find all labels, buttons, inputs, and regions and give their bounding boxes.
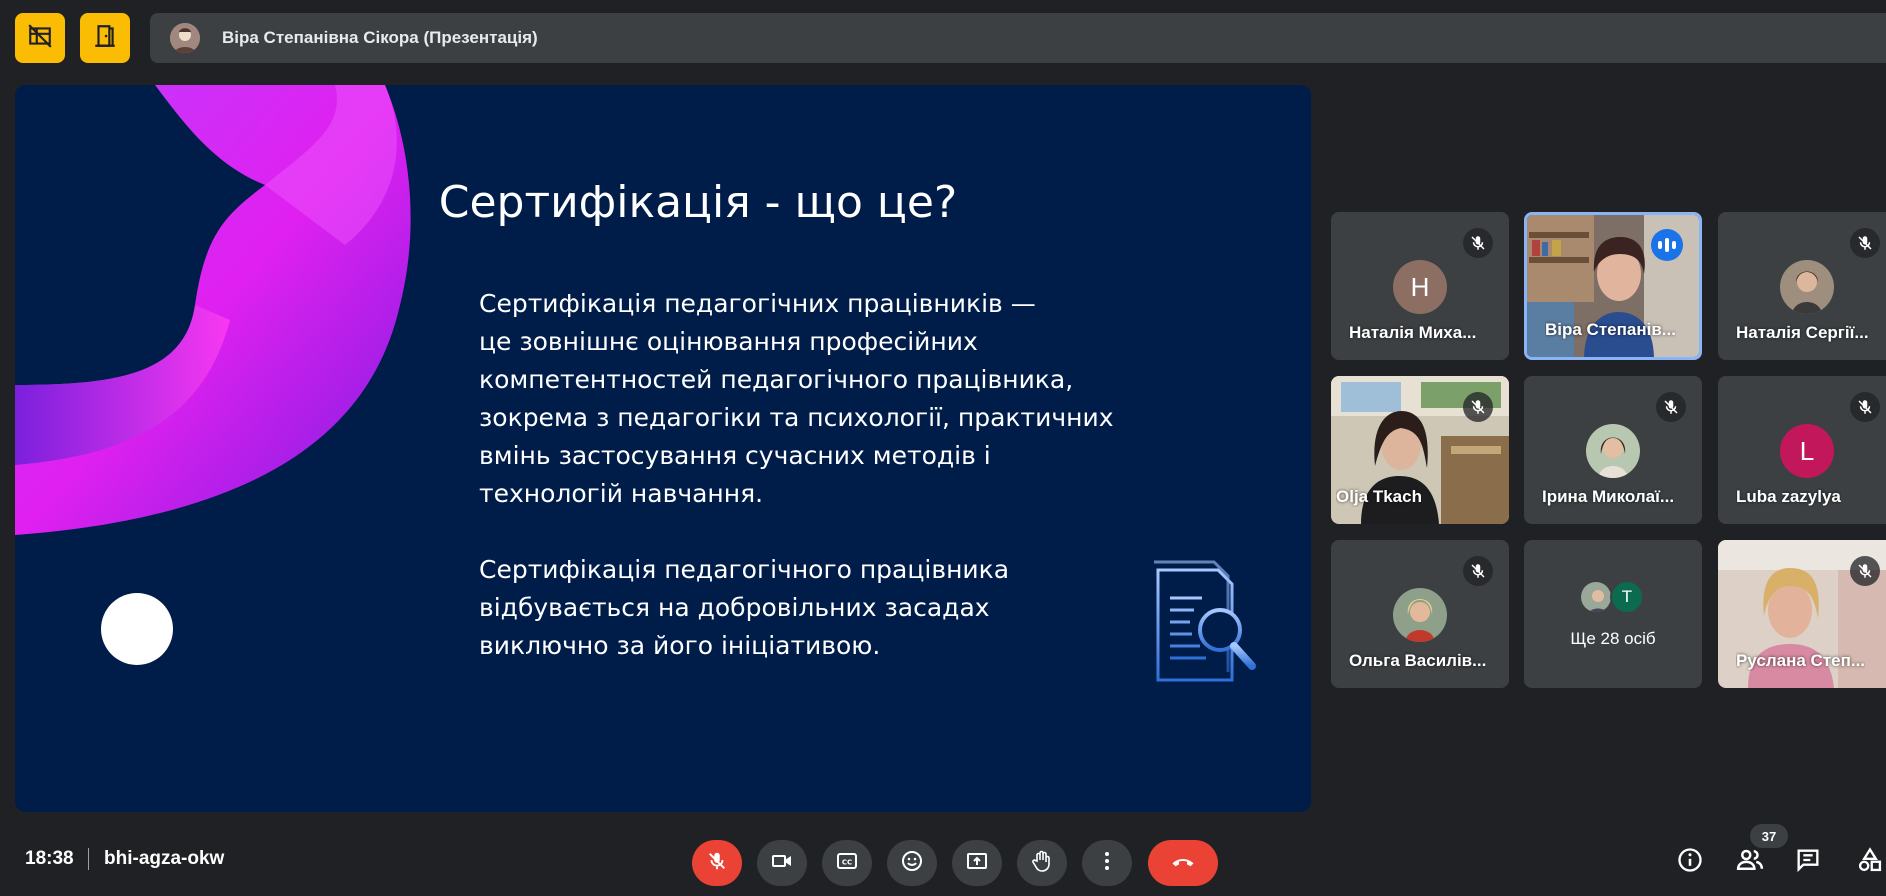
activities-button[interactable] <box>1852 844 1886 880</box>
people-icon <box>1735 845 1765 880</box>
avatar <box>1579 580 1613 614</box>
participant-tile[interactable]: L Luba zazylya <box>1718 376 1886 524</box>
presenter-bar[interactable]: Віра Степанівна Сікора (Презентація) <box>150 13 1886 63</box>
participant-name: Руслана Степ... <box>1736 651 1866 670</box>
microphone-toggle-button[interactable] <box>692 840 742 886</box>
slide-line: це зовнішнє оцінювання професійних <box>479 327 978 356</box>
slide-line: відбувається на добровільних засадах <box>479 593 990 622</box>
mic-off-icon <box>1656 392 1686 422</box>
decorative-dot <box>101 593 173 665</box>
avatar <box>1780 260 1834 314</box>
meeting-code: bhi-agza-okw <box>104 848 225 869</box>
presenter-name: Віра Степанівна Сікора (Презентація) <box>222 28 538 47</box>
present-to-all-icon <box>965 849 989 878</box>
participant-name: Наталія Миха... <box>1349 323 1477 342</box>
slide-line: вмінь застосування сучасних методів і <box>479 441 991 470</box>
participant-name: Ірина Миколаї... <box>1542 487 1675 506</box>
videocam-icon <box>770 849 794 878</box>
mic-off-icon <box>706 850 728 877</box>
decorative-ribbon-graphic <box>15 85 411 535</box>
hide-tiles-button[interactable] <box>15 13 65 63</box>
camera-toggle-button[interactable] <box>757 840 807 886</box>
divider <box>88 848 89 870</box>
mic-off-icon <box>1463 556 1493 586</box>
captions-button[interactable]: CC <box>822 840 872 886</box>
avatar: T <box>1610 580 1644 614</box>
slide-line: виключно за його ініціативою. <box>479 631 881 660</box>
more-options-button[interactable] <box>1082 840 1132 886</box>
more-participants-tile[interactable]: T Ще 28 осіб <box>1524 540 1702 688</box>
avatar <box>1586 424 1640 478</box>
meeting-clock: 18:38 <box>25 848 74 869</box>
reactions-button[interactable] <box>887 840 937 886</box>
call-end-icon <box>1169 847 1197 880</box>
more-participants-label: Ще 28 осіб <box>1570 629 1656 648</box>
slide-line: зокрема з педагогіки та психології, прак… <box>479 403 1114 432</box>
participant-name: Віра Степанів... <box>1545 320 1676 339</box>
door-icon <box>92 23 118 54</box>
speaking-indicator-icon <box>1651 229 1683 261</box>
document-search-icon <box>1154 560 1256 682</box>
top-bar: Віра Степанівна Сікора (Презентація) <box>0 0 1886 76</box>
bottom-control-bar: 18:38 bhi-agza-okw CC 37 <box>0 824 1886 896</box>
avatar: H <box>1393 260 1447 314</box>
participant-name: Ольга Василів... <box>1349 651 1487 670</box>
slide-line: Сертифікація педагогічних працівників — <box>479 289 1036 318</box>
participant-name: Olja Tkach <box>1336 487 1422 506</box>
participant-tile[interactable]: Olja Tkach <box>1331 376 1509 524</box>
avatar: L <box>1780 424 1834 478</box>
people-button[interactable] <box>1732 844 1768 880</box>
pin-layout-button[interactable] <box>80 13 130 63</box>
mic-off-icon <box>1463 392 1493 422</box>
raise-hand-button[interactable] <box>1017 840 1067 886</box>
svg-text:CC: CC <box>842 858 852 866</box>
mic-off-icon <box>1850 556 1880 586</box>
participant-tile[interactable]: Ольга Василів... <box>1331 540 1509 688</box>
chat-icon <box>1794 846 1822 879</box>
mic-off-icon <box>1463 228 1493 258</box>
mic-off-icon <box>1850 392 1880 422</box>
participant-tile[interactable]: Руслана Степ... <box>1718 540 1886 688</box>
participant-tile[interactable]: Ірина Миколаї... <box>1524 376 1702 524</box>
chat-button[interactable] <box>1790 844 1826 880</box>
participant-name: Luba zazylya <box>1736 487 1841 506</box>
participant-tile[interactable]: Наталія Сергії... <box>1718 212 1886 360</box>
mic-off-icon <box>1850 228 1880 258</box>
participant-tile[interactable]: H Наталія Миха... <box>1331 212 1509 360</box>
hand-icon <box>1030 849 1054 878</box>
info-icon <box>1676 846 1704 879</box>
presentation-slide: Сертифікація - що це? Сертифікація педаг… <box>15 85 1311 812</box>
closed-captions-icon: CC <box>835 849 859 878</box>
shapes-icon <box>1856 846 1884 879</box>
presenter-avatar <box>170 23 200 53</box>
participant-name: Наталія Сергії... <box>1736 323 1869 342</box>
slide-line: компетентностей педагогічного працівника… <box>479 365 1074 394</box>
meeting-details-button[interactable] <box>1672 844 1708 880</box>
slide-line: Сертифікація педагогічного працівника <box>479 555 1010 584</box>
present-screen-button[interactable] <box>952 840 1002 886</box>
slide-paragraph-1: Сертифікація педагогічних працівників — … <box>479 285 1139 513</box>
leave-call-button[interactable] <box>1148 840 1218 886</box>
more-vert-icon <box>1095 849 1119 878</box>
hide-tiles-icon <box>27 23 53 54</box>
slide-title: Сертифікація - що це? <box>438 177 958 228</box>
avatar <box>1393 588 1447 642</box>
slide-line: технологій навчання. <box>479 479 764 508</box>
emoji-icon <box>900 849 924 878</box>
slide-paragraph-2: Сертифікація педагогічного працівника ві… <box>479 551 1139 665</box>
participant-tile-active[interactable]: Віра Степанів... <box>1524 212 1702 360</box>
